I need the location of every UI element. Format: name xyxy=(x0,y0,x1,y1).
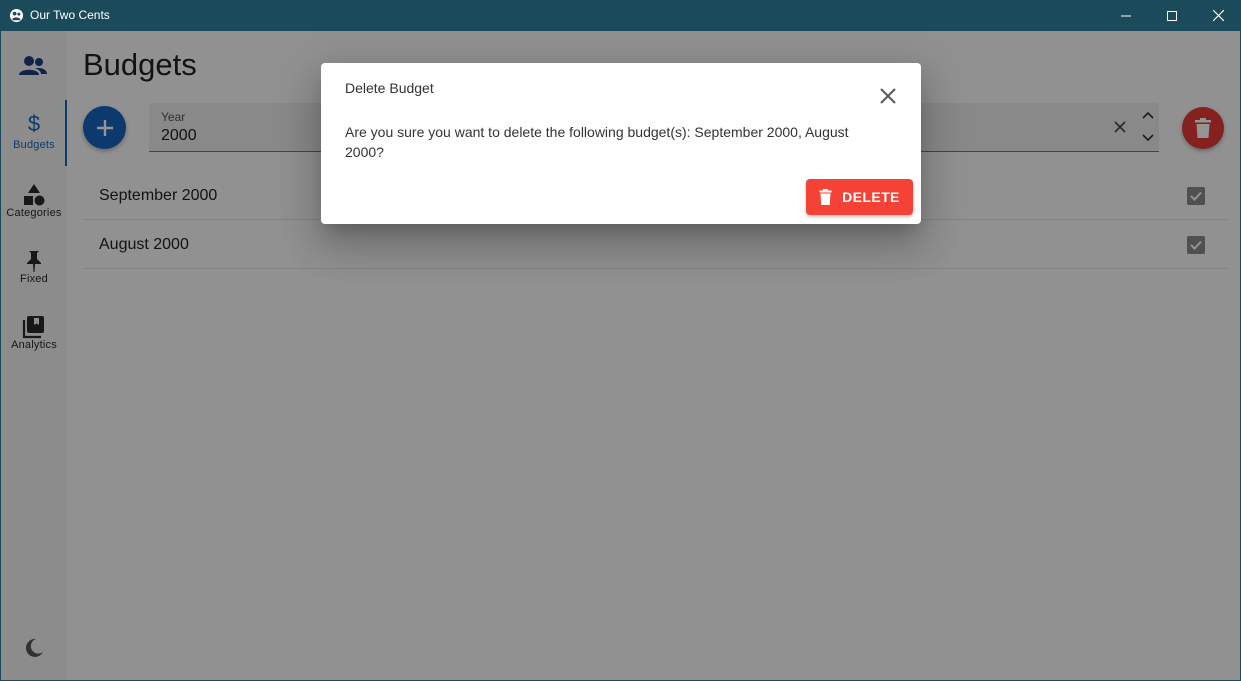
maximize-button[interactable] xyxy=(1149,0,1195,31)
trash-icon xyxy=(819,189,832,205)
window-title: Our Two Cents xyxy=(30,8,110,22)
delete-budget-dialog: Delete Budget Are you sure you want to d… xyxy=(321,63,921,224)
maximize-icon xyxy=(1167,10,1177,21)
minimize-icon xyxy=(1121,15,1131,16)
close-icon[interactable] xyxy=(879,87,897,105)
close-icon xyxy=(1212,10,1224,21)
app-window: $ Budgets Categories Fixed Analytics Bud… xyxy=(1,31,1240,680)
confirm-delete-button[interactable]: DELETE xyxy=(806,179,913,215)
title-bar: Our Two Cents xyxy=(0,0,1241,31)
dialog-title: Delete Budget xyxy=(345,80,434,96)
app-logo-icon xyxy=(9,8,24,23)
close-window-button[interactable] xyxy=(1195,0,1241,31)
dialog-message: Are you sure you want to delete the foll… xyxy=(345,124,849,160)
minimize-button[interactable] xyxy=(1103,0,1149,31)
delete-button-label: DELETE xyxy=(842,189,900,205)
